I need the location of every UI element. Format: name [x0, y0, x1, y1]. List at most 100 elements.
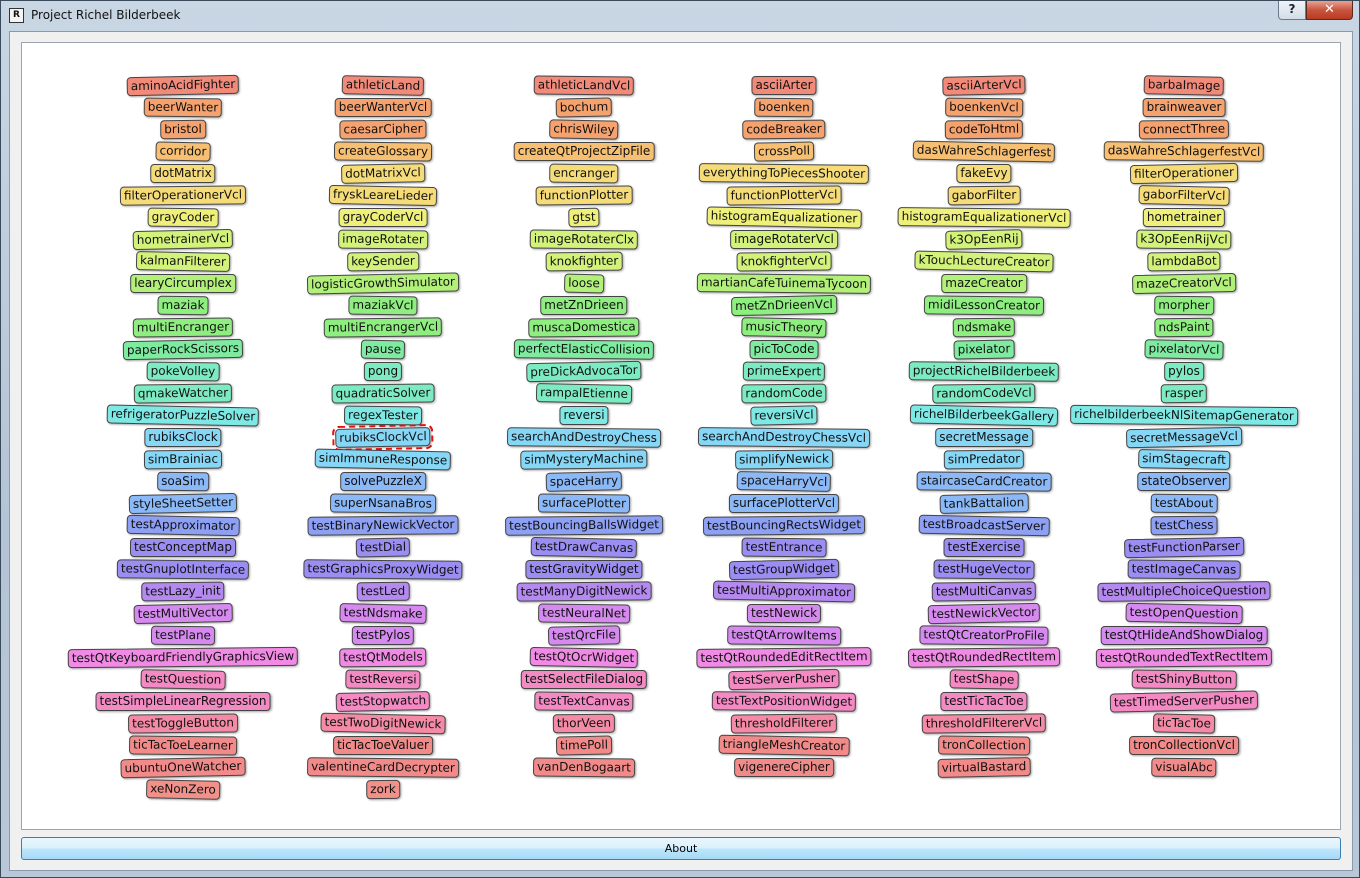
- program-tag[interactable]: caesarCipher: [339, 119, 427, 140]
- program-tag[interactable]: testChess: [1150, 515, 1218, 536]
- program-tag[interactable]: testNeuralNet: [538, 603, 630, 624]
- program-tag[interactable]: pixelatorVcl: [1144, 339, 1224, 360]
- help-button[interactable]: ?: [1278, 1, 1306, 20]
- program-tag[interactable]: testShape: [949, 669, 1019, 690]
- program-tag[interactable]: testNewickVector: [927, 602, 1041, 625]
- program-tag[interactable]: fryskLeareLieder: [328, 184, 438, 207]
- program-tag[interactable]: testImageCanvas: [1127, 559, 1241, 580]
- program-tag[interactable]: testNdsmake: [339, 603, 427, 624]
- program-tag[interactable]: mazeCreatorVcl: [1131, 272, 1237, 295]
- program-tag[interactable]: gtst: [568, 207, 600, 228]
- program-tag[interactable]: testLazy_init: [141, 581, 225, 602]
- program-tag[interactable]: regexTester: [343, 405, 423, 426]
- program-tag[interactable]: xeNonZero: [145, 779, 221, 800]
- program-tag[interactable]: mazeCreator: [941, 274, 1027, 293]
- program-tag[interactable]: testMultiVector: [133, 602, 233, 625]
- program-tag[interactable]: testQtRoundedTextRectItem: [1095, 647, 1273, 668]
- program-tag[interactable]: filterOperationer: [1129, 162, 1239, 185]
- program-tag[interactable]: valentineCardDecrypter: [307, 757, 459, 778]
- program-tag[interactable]: kTouchLectureCreator: [914, 250, 1054, 273]
- program-tag[interactable]: testQtModels: [339, 647, 427, 668]
- program-tag[interactable]: testBroadcastServer: [918, 514, 1050, 537]
- program-tag[interactable]: createQtProjectZipFile: [513, 142, 655, 161]
- program-tag[interactable]: midiLessonCreator: [923, 295, 1045, 316]
- program-tag[interactable]: multiEncranger: [132, 317, 234, 338]
- program-tag[interactable]: dotMatrix: [150, 164, 216, 183]
- program-tag[interactable]: picToCode: [749, 340, 819, 359]
- program-tag[interactable]: imageRotaterClx: [529, 229, 639, 250]
- program-tag[interactable]: virtualBastard: [937, 757, 1031, 778]
- program-tag[interactable]: k3OpEenRij: [945, 229, 1023, 250]
- program-tag[interactable]: metZnDrieen: [540, 296, 628, 315]
- program-tag[interactable]: testReversi: [345, 669, 421, 690]
- program-tag[interactable]: loose: [563, 273, 605, 294]
- program-tag[interactable]: simImmuneResponse: [314, 448, 452, 471]
- program-tag[interactable]: testGravityWidget: [525, 560, 643, 579]
- program-tag[interactable]: crossPoll: [753, 141, 815, 162]
- program-tag[interactable]: randomCodeVcl: [932, 383, 1036, 404]
- program-tag[interactable]: testApproximator: [126, 514, 240, 537]
- program-tag[interactable]: searchAndDestroyChessVcl: [697, 427, 871, 448]
- program-tag[interactable]: testMultiCanvas: [931, 581, 1037, 602]
- program-tag[interactable]: testHugeVector: [933, 559, 1035, 580]
- program-tag[interactable]: pause: [360, 339, 406, 360]
- program-tag[interactable]: testQrcFile: [547, 625, 621, 646]
- program-tag[interactable]: imageRotater: [338, 229, 428, 250]
- program-tag[interactable]: chrisWiley: [549, 119, 619, 140]
- program-tag[interactable]: muscaDomestica: [528, 317, 640, 338]
- program-tag[interactable]: histogramEqualizationerVcl: [897, 207, 1071, 228]
- program-tag[interactable]: simBrainiac: [143, 449, 223, 470]
- program-tag[interactable]: rampalEtienne: [535, 382, 633, 405]
- program-tag[interactable]: musicTheory: [741, 317, 827, 338]
- program-tag[interactable]: tankBattalion: [939, 493, 1029, 514]
- program-tag[interactable]: testTimedServerPusher: [1109, 690, 1259, 713]
- program-tag[interactable]: thorVeen: [552, 713, 616, 734]
- program-tag[interactable]: spaceHarryVcl: [736, 471, 832, 492]
- program-tag[interactable]: functionPlotter: [535, 185, 633, 206]
- program-tag[interactable]: ticTacToe: [1152, 713, 1216, 734]
- program-tag[interactable]: surfacePlotter: [537, 493, 631, 514]
- program-tag[interactable]: preDickAdvocaTor: [526, 360, 642, 383]
- program-tag[interactable]: secretMessage: [935, 428, 1033, 447]
- program-tag[interactable]: stateObserver: [1137, 472, 1231, 491]
- program-tag[interactable]: testFunctionParser: [1123, 536, 1245, 559]
- program-tag[interactable]: secretMessageVcl: [1125, 426, 1243, 449]
- program-tag[interactable]: rasper: [1160, 383, 1208, 404]
- program-tag[interactable]: testGraphicsProxyWidget: [303, 559, 463, 580]
- program-tag[interactable]: knokfighterVcl: [736, 251, 832, 272]
- program-tag[interactable]: imageRotaterVcl: [730, 230, 838, 249]
- program-tag[interactable]: primeExpert: [742, 361, 826, 382]
- program-tag[interactable]: testConceptMap: [130, 538, 236, 557]
- program-tag[interactable]: codeToHtml: [944, 119, 1024, 140]
- program-tag[interactable]: grayCoderVcl: [338, 208, 428, 227]
- program-tag[interactable]: quadraticSolver: [331, 383, 435, 404]
- program-tag[interactable]: keySender: [347, 251, 419, 272]
- program-tag[interactable]: perfectElasticCollision: [513, 339, 655, 360]
- program-tag[interactable]: simplifyNewick: [735, 449, 833, 470]
- program-tag[interactable]: rubiksClock: [144, 428, 222, 447]
- program-tag[interactable]: projectRichelBilderbeek: [908, 361, 1060, 382]
- program-tag[interactable]: ticTacToeValuer: [333, 736, 433, 755]
- program-tag[interactable]: testQtCreatorProFile: [919, 625, 1049, 646]
- program-tag[interactable]: simStagecraft: [1138, 449, 1230, 470]
- program-tag[interactable]: asciiArterVcl: [942, 75, 1026, 96]
- program-tag[interactable]: testDrawCanvas: [530, 536, 638, 559]
- program-tag[interactable]: reversiVcl: [750, 405, 818, 426]
- program-tag[interactable]: createGlossary: [333, 141, 433, 162]
- program-tag[interactable]: pylos: [1164, 362, 1204, 381]
- program-tag[interactable]: testStopwatch: [335, 691, 431, 712]
- program-tag[interactable]: brainweaver: [1142, 98, 1226, 117]
- program-tag[interactable]: testQuestion: [140, 669, 226, 690]
- program-tag[interactable]: grayCoder: [147, 207, 219, 228]
- program-tag[interactable]: richelBilderbeekGallery: [909, 404, 1059, 427]
- program-tag[interactable]: vigenereCipher: [734, 758, 834, 777]
- program-tag[interactable]: k3OpEenRijVcl: [1136, 229, 1232, 250]
- program-tag[interactable]: soaSim: [157, 471, 209, 492]
- program-tag[interactable]: testQtKeyboardFriendlyGraphicsView: [67, 646, 299, 669]
- program-tag[interactable]: testExercise: [943, 538, 1025, 557]
- program-tag[interactable]: beerWanter: [143, 97, 223, 118]
- program-tag[interactable]: beerWanterVcl: [334, 98, 432, 117]
- program-tag[interactable]: visualAbc: [1151, 757, 1217, 778]
- program-tag[interactable]: rubiksClockVcl: [332, 423, 434, 452]
- program-tag[interactable]: testManyDigitNewick: [516, 581, 652, 602]
